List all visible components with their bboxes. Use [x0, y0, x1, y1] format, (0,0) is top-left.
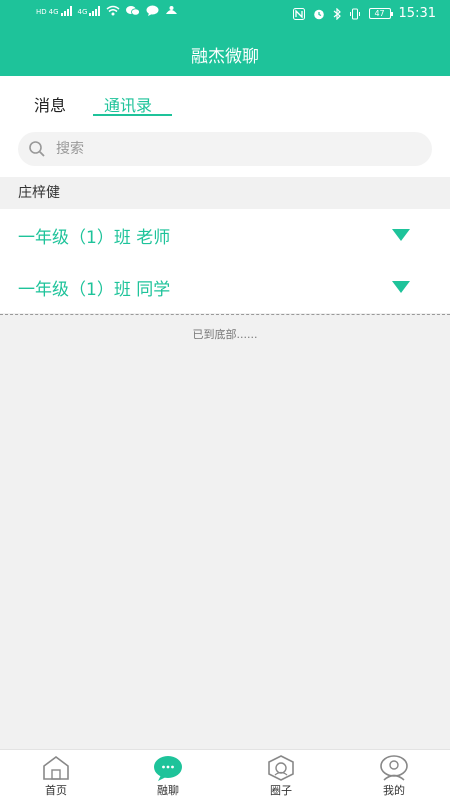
- wechat-icon: [126, 6, 141, 16]
- message-icon: [146, 5, 159, 16]
- list-end-text: 已到底部......: [192, 328, 258, 341]
- sim-signal-icon: HD 4G: [36, 5, 72, 16]
- home-icon: [43, 756, 69, 780]
- group-label: 一年级（1）班 老师: [18, 228, 171, 248]
- contact-group-teachers[interactable]: 一年级（1）班 老师: [0, 209, 450, 261]
- sim2-signal-icon: 4G: [78, 5, 101, 16]
- nfc-icon: [292, 7, 305, 20]
- wifi-icon: [106, 5, 120, 16]
- active-tab-indicator: [93, 114, 172, 116]
- group-label: 一年级（1）班 同学: [18, 280, 171, 300]
- contact-group-classmates[interactable]: 一年级（1）班 同学: [0, 261, 450, 313]
- tab-contacts[interactable]: 通讯录: [104, 92, 152, 116]
- expand-arrow-icon[interactable]: [392, 281, 410, 293]
- nav-profile[interactable]: 我的: [338, 750, 450, 800]
- vibrate-icon: [349, 8, 360, 19]
- bottom-navigation: 首页 融聊 圈子 我的: [0, 749, 450, 800]
- nav-home-label: 首页: [45, 784, 67, 797]
- app-notify-icon: [166, 6, 178, 14]
- nav-chat-label: 融聊: [157, 784, 179, 797]
- tab-bar: 消息 通讯录: [0, 76, 450, 126]
- chat-bubble-icon: [154, 756, 182, 781]
- battery-icon: 47: [368, 8, 393, 19]
- list-end-divider: [0, 314, 450, 315]
- app-title: 融杰微聊: [0, 30, 450, 76]
- search-input[interactable]: [56, 132, 416, 166]
- nav-home[interactable]: 首页: [0, 750, 112, 800]
- status-right-indicators: 47 15:31: [292, 6, 436, 21]
- search-box[interactable]: [18, 132, 432, 166]
- search-icon: [29, 141, 45, 157]
- nav-circle[interactable]: 圈子: [225, 750, 337, 800]
- profile-icon: [380, 755, 408, 781]
- search-container: [0, 126, 450, 177]
- status-bar: HD 4G 4G 47 15:31: [0, 0, 450, 30]
- contact-section-header: 庄梓健: [0, 177, 450, 209]
- nav-chat[interactable]: 融聊: [112, 750, 224, 800]
- circle-hexagon-icon: [268, 755, 294, 781]
- status-left-indicators: HD 4G 4G: [36, 5, 178, 16]
- status-time: 15:31: [398, 6, 436, 21]
- tab-messages[interactable]: 消息: [34, 92, 66, 116]
- alarm-icon: [313, 9, 324, 19]
- expand-arrow-icon[interactable]: [392, 229, 410, 241]
- bluetooth-icon: [333, 7, 341, 20]
- nav-profile-label: 我的: [383, 784, 405, 797]
- nav-circle-label: 圈子: [270, 784, 292, 797]
